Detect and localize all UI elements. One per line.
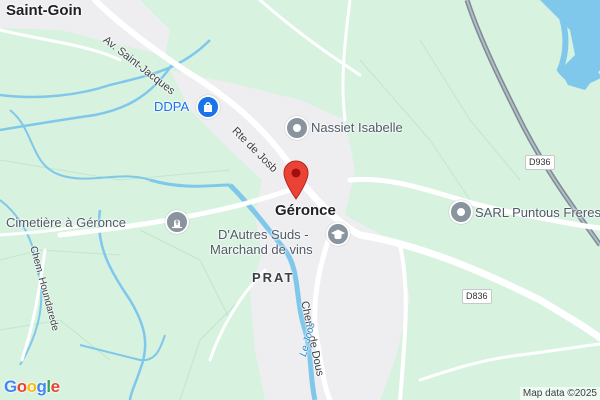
- red-location-pin-icon[interactable]: [283, 160, 309, 200]
- place-label-geronce[interactable]: Géronce: [275, 202, 336, 219]
- map-attribution[interactable]: Map data ©2025: [519, 387, 600, 400]
- poi-label-wine-merchant-line1[interactable]: D'Autres Suds -: [218, 227, 309, 242]
- place-label-saint-goin[interactable]: Saint-Goin: [6, 2, 82, 19]
- poi-label-cemetery[interactable]: Cimetière à Géronce: [6, 215, 126, 230]
- map-canvas[interactable]: Saint-Goin Géronce PRAT Av. Saint-Jacque…: [0, 0, 600, 400]
- road-local-6: [418, 342, 600, 382]
- road-shield-d936: D936: [525, 155, 555, 170]
- cemetery-icon[interactable]: [165, 210, 189, 234]
- poi-label-ddpa[interactable]: DDPA: [154, 99, 189, 114]
- generic-poi-icon[interactable]: [449, 200, 473, 224]
- poi-label-sarl-puntous-freres[interactable]: SARL Puntous Freres: [475, 205, 600, 220]
- education-cap-icon[interactable]: [326, 222, 350, 246]
- poi-label-nassiet-isabelle[interactable]: Nassiet Isabelle: [311, 120, 403, 135]
- google-logo[interactable]: Google: [4, 377, 60, 397]
- shopping-bag-icon[interactable]: [196, 95, 220, 119]
- poi-label-wine-merchant-line2[interactable]: Marchand de vins: [210, 242, 313, 257]
- map-base-layer: [0, 0, 600, 400]
- generic-poi-icon[interactable]: [285, 116, 309, 140]
- place-label-prat: PRAT: [252, 270, 295, 285]
- road-shield-d836: D836: [462, 289, 492, 304]
- road-local-5: [341, 0, 352, 122]
- road-d936: [347, 176, 600, 231]
